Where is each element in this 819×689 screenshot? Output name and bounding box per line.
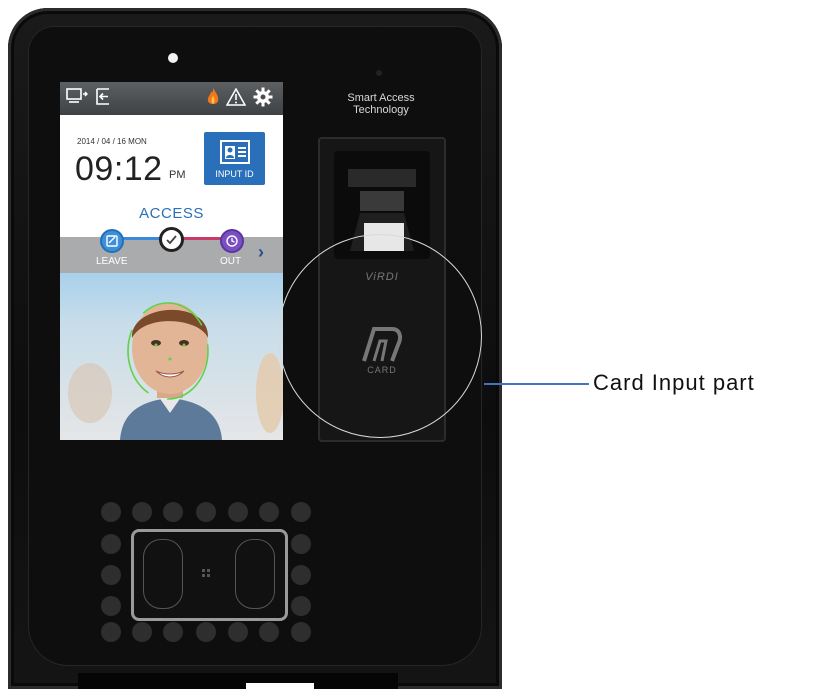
brand-line-2: Technology xyxy=(353,104,409,116)
sensor-dot xyxy=(376,70,382,76)
card-input-highlight-circle xyxy=(278,234,482,438)
sensor-center-icon xyxy=(202,569,210,577)
out-label: OUT xyxy=(220,256,242,267)
input-id-label: INPUT ID xyxy=(215,169,254,179)
time-display: 09:12 xyxy=(75,150,163,188)
out-mode-icon[interactable] xyxy=(220,229,244,253)
exit-icon[interactable] xyxy=(94,88,112,106)
date-display: 2014 / 04 / 16 MON xyxy=(77,137,147,146)
screen-status-bar xyxy=(60,82,283,115)
brand-line-1: Smart Access xyxy=(347,92,415,104)
bottom-slot xyxy=(78,673,398,689)
face-preview-image xyxy=(68,302,283,440)
brand-text: Smart Access Technology xyxy=(331,92,431,116)
input-id-button[interactable]: INPUT ID xyxy=(204,132,265,185)
camera-icon xyxy=(168,53,178,63)
touch-screen[interactable]: 2014 / 04 / 16 MON 09:12 PM INPUT ID ACC… xyxy=(60,82,283,440)
access-mode-check-icon[interactable] xyxy=(159,227,184,252)
monitor-arrow-icon[interactable] xyxy=(66,88,90,106)
id-card-icon xyxy=(220,140,250,164)
camera-preview xyxy=(60,273,283,440)
leave-mode-icon[interactable] xyxy=(100,229,124,253)
callout-label: Card Input part xyxy=(593,370,755,395)
chevron-right-icon[interactable]: › xyxy=(258,242,264,263)
access-mode-title: ACCESS xyxy=(139,205,204,222)
ir-sensor-left xyxy=(143,539,183,609)
ampm-display: PM xyxy=(169,169,186,181)
ir-sensor-right xyxy=(235,539,275,609)
flame-icon xyxy=(207,88,219,104)
leave-label: LEAVE xyxy=(96,256,128,267)
face-sensor-panel xyxy=(131,529,288,621)
gear-icon[interactable] xyxy=(253,87,273,107)
warning-icon xyxy=(226,88,246,106)
mode-selector[interactable]: LEAVE OUT › xyxy=(60,227,283,273)
callout-line xyxy=(484,383,589,385)
bottom-connector xyxy=(246,683,314,689)
